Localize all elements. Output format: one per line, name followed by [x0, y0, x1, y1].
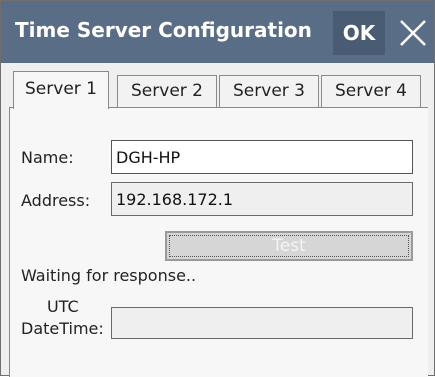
address-field[interactable]	[111, 182, 413, 216]
name-label: Name:	[21, 148, 74, 167]
test-button[interactable]: Test	[165, 231, 413, 261]
datetime-label: DateTime:	[21, 319, 104, 338]
close-icon	[400, 20, 426, 46]
tab-server-1[interactable]: Server 1	[13, 71, 109, 109]
title-bar: Time Server Configuration OK	[1, 1, 434, 63]
dialog-title: Time Server Configuration	[15, 18, 312, 42]
time-server-config-dialog: Time Server Configuration OK Server 1 Se…	[0, 0, 435, 377]
name-input[interactable]	[111, 140, 413, 174]
ok-button[interactable]: OK	[333, 11, 385, 55]
utc-datetime-field[interactable]	[111, 307, 413, 339]
status-text: Waiting for response..	[21, 266, 197, 285]
tab-server-2[interactable]: Server 2	[117, 75, 217, 107]
tab-server-3[interactable]: Server 3	[219, 75, 319, 107]
server-tabs: Server 1 Server 2 Server 3 Server 4	[9, 69, 424, 109]
utc-label: UTC	[47, 297, 79, 316]
tab-server-4[interactable]: Server 4	[321, 75, 421, 107]
close-button[interactable]	[392, 11, 434, 55]
address-label: Address:	[21, 191, 91, 210]
